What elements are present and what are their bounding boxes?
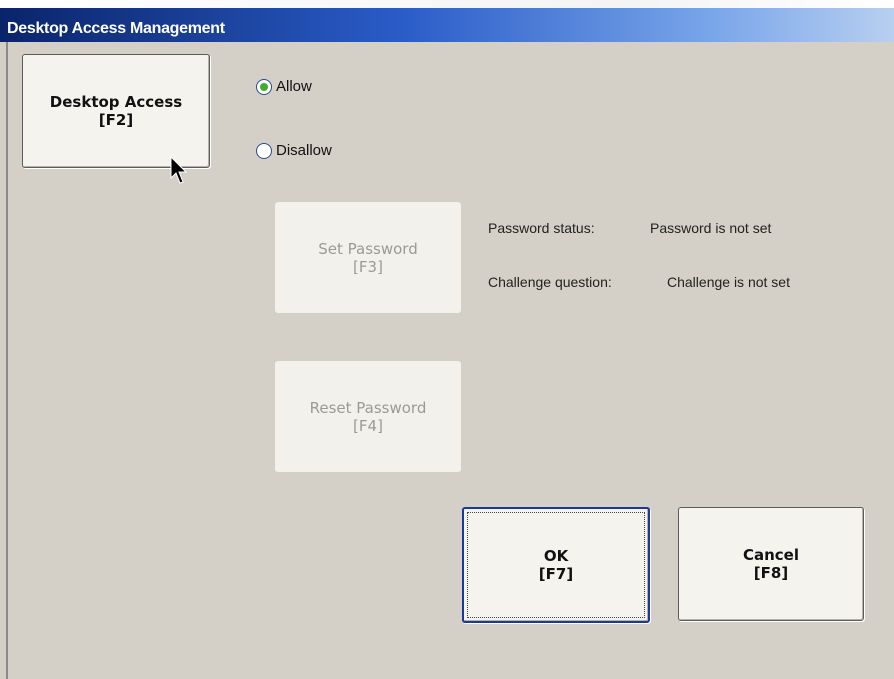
title-bar[interactable]: Desktop Access Management [0, 8, 894, 42]
cancel-button[interactable]: Cancel [F8] [678, 507, 864, 621]
radio-allow[interactable]: Allow [256, 78, 312, 95]
window-title: Desktop Access Management [7, 20, 225, 37]
reset-password-label: Reset Password [309, 398, 427, 417]
ok-button-key: [F7] [538, 565, 574, 583]
ok-button-label: OK [543, 547, 569, 565]
desktop-access-management-window: Desktop Access Management Desktop Access… [0, 0, 894, 679]
set-password-label: Set Password [318, 239, 418, 258]
cancel-button-key: [F8] [753, 564, 789, 582]
radio-allow-label: Allow [276, 78, 312, 95]
cancel-button-label: Cancel [742, 546, 799, 564]
radio-disallow-label: Disallow [276, 142, 332, 159]
reset-password-button[interactable]: Reset Password [F4] [275, 361, 461, 472]
radio-allow-indicator[interactable] [256, 78, 272, 95]
challenge-question-label: Challenge question: [488, 274, 612, 290]
radio-disallow-indicator[interactable] [256, 142, 272, 159]
ok-button[interactable]: OK [F7] [462, 507, 650, 623]
arrow-cursor-icon [170, 156, 188, 184]
desktop-access-button[interactable]: Desktop Access [F2] [22, 54, 210, 168]
desktop-access-button-label: Desktop Access [49, 93, 183, 111]
set-password-key: [F3] [353, 257, 383, 276]
radio-disallow[interactable]: Disallow [256, 142, 332, 159]
set-password-button[interactable]: Set Password [F3] [275, 202, 461, 313]
reset-password-key: [F4] [353, 416, 383, 435]
challenge-question-value: Challenge is not set [667, 274, 790, 290]
password-status-value: Password is not set [650, 220, 772, 236]
password-status-label: Password status: [488, 220, 595, 236]
desktop-access-button-key: [F2] [98, 111, 134, 129]
